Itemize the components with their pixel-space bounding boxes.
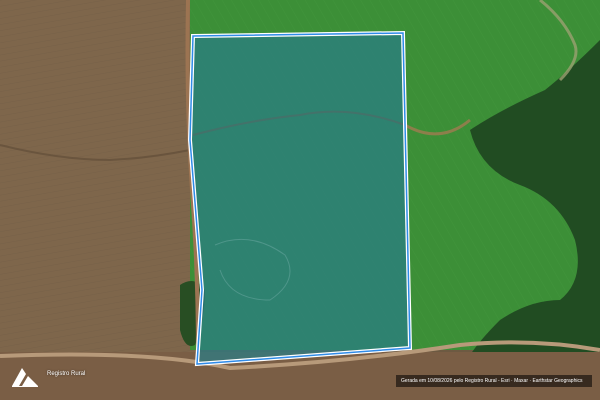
registro-rural-logo-icon (12, 368, 38, 387)
satellite-map[interactable]: Registro Rural Gerada em 10/08/2026 pelo… (0, 0, 600, 400)
parcel-polygon-fill[interactable] (190, 33, 410, 364)
brand-label: Registro Rural (47, 371, 86, 377)
map-imagery (0, 0, 600, 400)
brown-field-left-texture (0, 0, 200, 360)
map-attribution: Gerada em 10/08/2026 pelo Registro Rural… (396, 375, 592, 387)
